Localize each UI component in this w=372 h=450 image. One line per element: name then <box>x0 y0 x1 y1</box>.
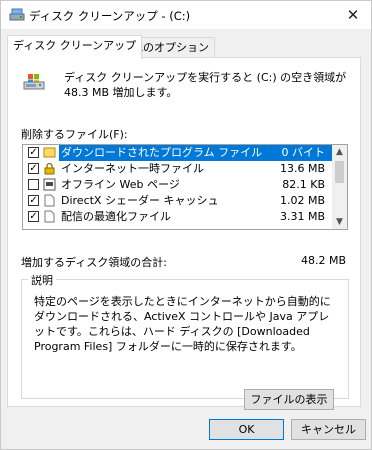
title-bar: ディスク クリーンアップ - (C:) ✕ <box>1 1 371 29</box>
list-item[interactable]: ✓ 配信の最適化ファイル 3.31 MB <box>23 209 333 225</box>
checkbox[interactable]: ✓ <box>28 163 39 174</box>
file-size: 1.02 MB <box>279 194 325 207</box>
file-size: 0 バイト <box>281 146 326 159</box>
file-size: 3.31 MB <box>279 210 325 223</box>
file-size: 13.6 MB <box>279 162 325 175</box>
files-list[interactable]: ✓ ダウンロードされたプログラム ファイル 0 バイト ✓ インターネット一時フ… <box>22 144 348 230</box>
list-item[interactable]: オフライン Web ページ 82.1 KB <box>23 177 333 193</box>
checkbox[interactable]: ✓ <box>28 211 39 222</box>
list-item[interactable]: ✓ DirectX シェーダー キャッシュ 1.02 MB <box>23 193 333 209</box>
lock-icon <box>44 162 55 175</box>
close-button[interactable]: ✕ <box>339 3 367 27</box>
file-name: ダウンロードされたプログラム ファイル <box>61 146 263 159</box>
files-rows: ✓ ダウンロードされたプログラム ファイル 0 バイト ✓ インターネット一時フ… <box>23 145 333 225</box>
window-title: ディスク クリーンアップ - (C:) <box>29 9 191 23</box>
cancel-button[interactable]: キャンセル <box>291 419 366 440</box>
dialog-body: ディスク クリーンアップ その他のオプション ディスク クリーンアップを実行する… <box>1 29 371 425</box>
disk-cleanup-panel: ディスク クリーンアップを実行すると (C:) の空き領域が 48.3 MB 増… <box>7 57 361 425</box>
file-name: オフライン Web ページ <box>61 178 180 191</box>
folder-icon <box>43 147 56 158</box>
file-name: インターネット一時ファイル <box>61 162 204 175</box>
offline-page-icon <box>43 178 56 191</box>
file-icon <box>44 210 55 223</box>
description-legend: 説明 <box>28 272 56 288</box>
description-text: 特定のページを表示したときにインターネットから自動的にダウンロードされる、Act… <box>34 295 331 353</box>
space-gain-value: 48.2 MB <box>300 254 346 267</box>
space-gain-label: 増加するディスク領域の合計: <box>21 256 167 269</box>
drive-icon <box>23 74 45 90</box>
file-name: 配信の最適化ファイル <box>61 210 171 223</box>
checkbox[interactable]: ✓ <box>28 147 39 158</box>
file-icon <box>44 194 55 207</box>
file-size: 82.1 KB <box>282 178 325 191</box>
scroll-down-icon[interactable]: ▼ <box>332 215 347 229</box>
scroll-up-icon[interactable]: ▲ <box>332 145 347 159</box>
checkbox[interactable] <box>28 179 39 190</box>
list-item[interactable]: ✓ ダウンロードされたプログラム ファイル 0 バイト <box>23 145 333 161</box>
list-item[interactable]: ✓ インターネット一時ファイル 13.6 MB <box>23 161 333 177</box>
file-name: DirectX シェーダー キャッシュ <box>61 194 219 207</box>
checkbox[interactable]: ✓ <box>28 195 39 206</box>
files-list-scrollbar[interactable]: ▲ ▼ <box>332 145 347 229</box>
ok-button[interactable]: OK <box>209 419 284 440</box>
scroll-thumb[interactable] <box>335 161 344 183</box>
view-files-button[interactable]: ファイルの表示(V) <box>244 389 334 425</box>
disk-cleanup-icon <box>9 8 25 21</box>
description-group: 説明 特定のページを表示したときにインターネットから自動的にダウンロードされる、… <box>21 272 349 399</box>
files-to-delete-label: 削除するファイル(F): <box>21 128 128 141</box>
disk-cleanup-dialog: ディスク クリーンアップ - (C:) ✕ ディスク クリーンアップ その他のオ… <box>0 0 372 450</box>
tab-disk-cleanup[interactable]: ディスク クリーンアップ <box>7 35 143 59</box>
intro-text: ディスク クリーンアップを実行すると (C:) の空き領域が 48.3 MB 増… <box>64 71 347 99</box>
